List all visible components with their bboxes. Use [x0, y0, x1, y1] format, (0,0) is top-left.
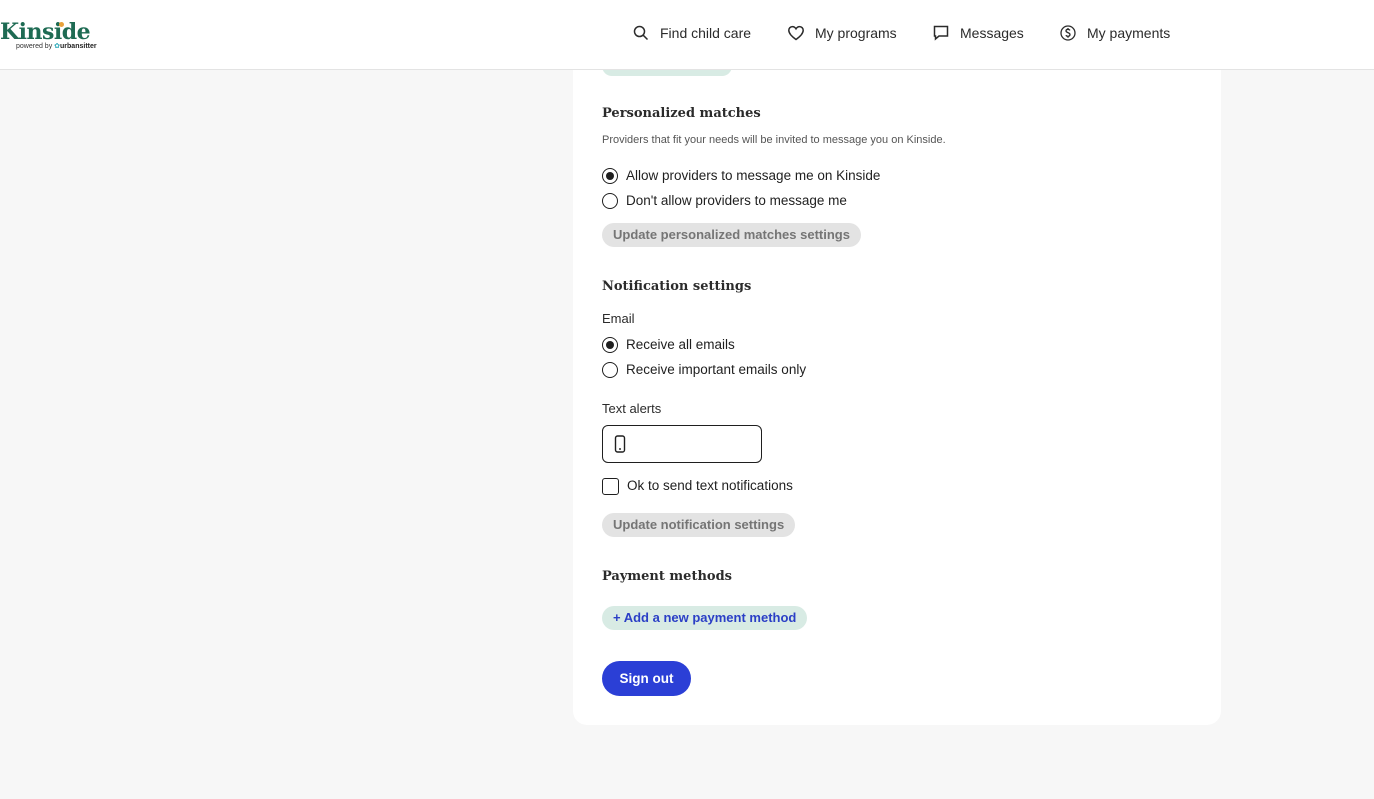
sms-consent-checkbox-row[interactable]: Ok to send text notifications: [602, 477, 793, 495]
dollar-circle-icon: [1060, 25, 1076, 41]
personalized-matches-title: Personalized matches: [602, 106, 761, 121]
nav-my-programs[interactable]: My programs: [787, 22, 897, 44]
email-label: Email: [602, 311, 635, 326]
radio-label: Don't allow providers to message me: [626, 193, 847, 208]
nav-find-child-care[interactable]: Find child care: [632, 22, 751, 44]
logo-tagline: powered by ✿urbansitter: [16, 43, 97, 51]
add-payment-method-button[interactable]: + Add a new payment method: [602, 606, 808, 630]
radio-receive-all-emails[interactable]: Receive all emails: [602, 336, 735, 354]
radio-disallow-provider-messages[interactable]: Don't allow providers to message me: [602, 192, 847, 210]
heart-icon: [788, 25, 804, 41]
radio-button[interactable]: [602, 362, 618, 378]
nav-label: Messages: [960, 25, 1024, 41]
radio-button-selected[interactable]: [602, 168, 618, 184]
top-navigation-bar: Kinside powered by ✿urbansitter Find chi…: [0, 0, 1374, 70]
phone-number-field[interactable]: [602, 425, 762, 463]
notification-settings-title: Notification settings: [602, 279, 752, 294]
chat-bubble-icon: [933, 25, 949, 41]
radio-label: Receive all emails: [626, 337, 735, 352]
nav-label: Find child care: [660, 25, 752, 41]
radio-label: Allow providers to message me on Kinside: [626, 168, 881, 183]
kinside-logo[interactable]: Kinside powered by ✿urbansitter: [0, 20, 110, 54]
mobile-phone-icon: [614, 435, 626, 453]
nav-label: My payments: [1087, 25, 1171, 41]
nav-label: My programs: [815, 25, 897, 41]
nav-messages[interactable]: Messages: [932, 22, 1024, 44]
search-icon: [633, 25, 649, 41]
payment-methods-title: Payment methods: [602, 569, 732, 584]
logo-tagline-brand: urbansitter: [60, 43, 97, 50]
nav-my-payments[interactable]: My payments: [1059, 22, 1170, 44]
radio-button[interactable]: [602, 193, 618, 209]
sms-consent-checkbox[interactable]: [602, 477, 619, 495]
text-alerts-label: Text alerts: [602, 401, 662, 416]
update-personalized-matches-button[interactable]: Update personalized matches settings: [602, 223, 861, 247]
logo-wordmark: Kinside: [0, 19, 91, 45]
logo-tagline-prefix: powered by: [16, 43, 53, 50]
logo-dot: [59, 22, 64, 27]
sms-consent-label: Ok to send text notifications: [627, 478, 793, 493]
phone-number-input[interactable]: [637, 432, 755, 456]
radio-button-selected[interactable]: [602, 337, 618, 353]
radio-allow-provider-messages[interactable]: Allow providers to message me on Kinside: [602, 167, 880, 185]
personalized-matches-hint: Providers that fit your needs will be in…: [602, 134, 946, 146]
update-notification-settings-button[interactable]: Update notification settings: [602, 513, 796, 537]
radio-label: Receive important emails only: [626, 362, 807, 377]
sign-out-button[interactable]: Sign out: [602, 661, 691, 696]
radio-important-emails-only[interactable]: Receive important emails only: [602, 361, 806, 379]
